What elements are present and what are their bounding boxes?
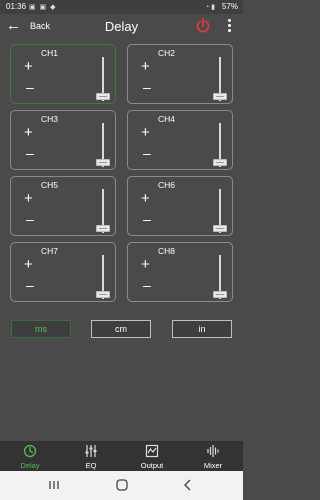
decrease-button[interactable]: – xyxy=(26,80,34,94)
increase-button[interactable]: + xyxy=(141,191,150,206)
clock-icon xyxy=(23,444,37,458)
system-nav-bar xyxy=(0,471,243,500)
decrease-button[interactable]: – xyxy=(26,278,34,292)
decrease-button[interactable]: – xyxy=(143,146,151,160)
channel-label: CH4 xyxy=(158,114,176,124)
back-nav-icon[interactable] xyxy=(178,477,198,493)
channel-card-ch2: CH2 + – xyxy=(127,44,233,104)
delay-slider-thumb[interactable] xyxy=(213,291,227,298)
nav-eq-label: EQ xyxy=(85,461,97,470)
notification-icons: ▣ ▣ ◆ xyxy=(29,4,57,11)
increase-button[interactable]: + xyxy=(24,191,33,206)
unit-in-button[interactable]: in xyxy=(172,320,232,338)
nav-mixer-label: Mixer xyxy=(203,461,223,470)
increase-button[interactable]: + xyxy=(24,257,33,272)
delay-slider-thumb[interactable] xyxy=(96,291,110,298)
recent-apps-icon[interactable] xyxy=(44,477,64,493)
delay-slider-thumb[interactable] xyxy=(213,93,227,100)
channel-label: CH2 xyxy=(158,48,176,58)
delay-slider-thumb[interactable] xyxy=(96,93,110,100)
channel-label: CH8 xyxy=(158,246,176,256)
channel-card-ch4: CH4 + – xyxy=(127,110,233,170)
status-time: 01:36 xyxy=(6,2,27,11)
unit-ms-button[interactable]: ms xyxy=(11,320,71,338)
channel-card-ch5: CH5 + – xyxy=(10,176,116,236)
nav-delay[interactable]: Delay xyxy=(0,441,60,471)
increase-button[interactable]: + xyxy=(141,257,150,272)
nav-delay-label: Delay xyxy=(20,461,40,470)
delay-slider-thumb[interactable] xyxy=(96,225,110,232)
status-bar: 01:36 ▣ ▣ ◆ ◔ ▮ 57% xyxy=(0,0,243,14)
bottom-navigation: Delay EQ Output Mixer xyxy=(0,441,243,471)
channel-card-ch6: CH6 + – xyxy=(127,176,233,236)
back-arrow-icon[interactable]: ← xyxy=(6,17,21,35)
channel-card-ch8: CH8 + – xyxy=(127,242,233,302)
increase-button[interactable]: + xyxy=(141,125,150,140)
decrease-button[interactable]: – xyxy=(143,278,151,292)
channel-label: CH3 xyxy=(41,114,59,124)
home-icon[interactable] xyxy=(112,477,132,493)
delay-slider-thumb[interactable] xyxy=(213,225,227,232)
output-icon xyxy=(145,444,159,458)
wifi-signal-icons: ◔ ▮ xyxy=(204,4,215,11)
delay-slider-thumb[interactable] xyxy=(213,159,227,166)
channel-label: CH1 xyxy=(41,48,59,58)
nav-output-label: Output xyxy=(140,461,164,470)
equalizer-icon xyxy=(85,445,97,457)
nav-mixer[interactable]: Mixer xyxy=(183,441,243,471)
more-options-icon[interactable] xyxy=(226,19,232,35)
unit-cm-button[interactable]: cm xyxy=(91,320,151,338)
delay-slider-thumb[interactable] xyxy=(96,159,110,166)
app-bar: ← Back Delay xyxy=(0,14,243,40)
increase-button[interactable]: + xyxy=(141,59,150,74)
battery-level: 57% xyxy=(221,2,238,11)
channel-label: CH6 xyxy=(158,180,176,190)
channel-card-ch7: CH7 + – xyxy=(10,242,116,302)
increase-button[interactable]: + xyxy=(24,59,33,74)
back-button[interactable]: Back xyxy=(30,21,50,31)
channel-card-ch1: CH1 + – xyxy=(10,44,116,104)
channel-label: CH7 xyxy=(41,246,59,256)
decrease-button[interactable]: – xyxy=(26,212,34,226)
channel-card-ch3: CH3 + – xyxy=(10,110,116,170)
decrease-button[interactable]: – xyxy=(143,80,151,94)
decrease-button[interactable]: – xyxy=(143,212,151,226)
decrease-button[interactable]: – xyxy=(26,146,34,160)
increase-button[interactable]: + xyxy=(24,125,33,140)
waveform-icon xyxy=(207,445,219,457)
channel-label: CH5 xyxy=(41,180,59,190)
power-icon[interactable] xyxy=(196,18,210,34)
nav-eq[interactable]: EQ xyxy=(61,441,121,471)
nav-output[interactable]: Output xyxy=(122,441,182,471)
